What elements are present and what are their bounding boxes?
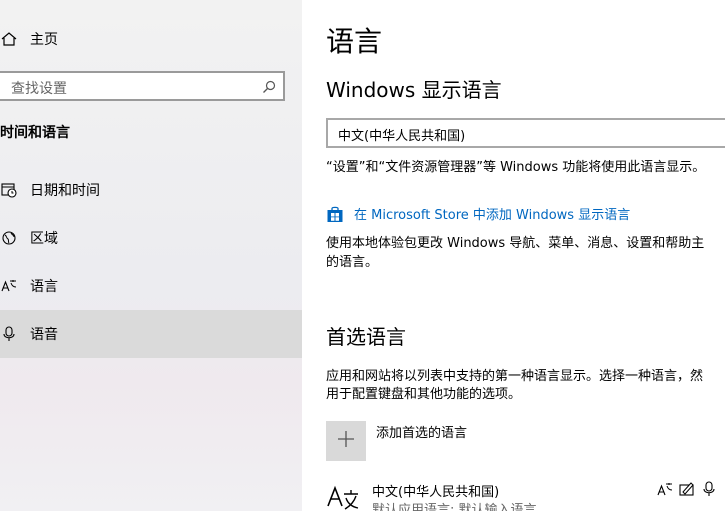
store-icon — [326, 205, 344, 223]
sidebar-item-date-time[interactable]: 日期和时间 — [0, 166, 302, 214]
display-language-feature-icon — [657, 480, 673, 498]
language-item-subtitle: 默认应用语言; 默认输入语言 — [372, 503, 537, 511]
sidebar-item-region[interactable]: 区域 — [0, 214, 302, 262]
language-item-name[interactable]: 中文(中华人民共和国) — [372, 481, 499, 500]
store-description-line-1: 使用本地体验包更改 Windows 导航、菜单、消息、设置和帮助主 — [326, 236, 705, 251]
sidebar-home[interactable]: 主页 — [0, 15, 302, 63]
language-glyph-icon — [326, 480, 360, 511]
speech-feature-icon — [701, 480, 717, 498]
search-icon[interactable] — [262, 79, 276, 93]
sidebar-item-label: 语音 — [30, 327, 58, 343]
display-language-value: 中文(中华人民共和国) — [338, 129, 466, 144]
home-label: 主页 — [30, 32, 58, 48]
home-icon — [0, 30, 18, 48]
handwriting-feature-icon — [679, 480, 695, 498]
globe-icon — [0, 229, 18, 247]
preferred-description-line-2: 用于配置键盘和其他功能的选项。 — [326, 387, 522, 402]
sidebar-item-label: 区域 — [30, 231, 58, 247]
display-language-select[interactable]: 中文(中华人民共和国) — [326, 118, 725, 148]
store-link-label: 在 Microsoft Store 中添加 Windows 显示语言 — [354, 208, 631, 223]
language-icon — [0, 277, 18, 295]
plus-icon — [336, 429, 356, 453]
store-description-line-2: 的语言。 — [326, 255, 379, 270]
section-title: 时间和语言 — [0, 125, 70, 141]
store-link[interactable]: 在 Microsoft Store 中添加 Windows 显示语言 — [326, 204, 630, 223]
clock-calendar-icon — [0, 181, 18, 199]
display-language-description: “设置”和“文件资源管理器”等 Windows 功能将使用此语言显示。 — [326, 160, 706, 175]
page-title: 语言 — [326, 25, 383, 58]
add-language-button[interactable] — [326, 421, 366, 461]
sidebar-item-speech[interactable]: 语音 — [0, 310, 302, 358]
language-feature-icons — [657, 480, 717, 498]
sidebar: 主页 查找设置 时间和语言 日期和时间 区域 语言 语音 — [0, 0, 302, 511]
sidebar-item-label: 语言 — [30, 279, 58, 295]
sidebar-item-label: 日期和时间 — [30, 183, 100, 199]
preferred-description-line-1: 应用和网站将以列表中支持的第一种语言显示。选择一种语言，然 — [326, 369, 704, 384]
search-placeholder: 查找设置 — [11, 81, 67, 97]
sidebar-item-language[interactable]: 语言 — [0, 262, 302, 310]
main-content: 语言 Windows 显示语言 中文(中华人民共和国) “设置”和“文件资源管理… — [302, 0, 725, 511]
microphone-icon — [0, 325, 18, 343]
display-language-heading: Windows 显示语言 — [326, 78, 502, 102]
add-language-label[interactable]: 添加首选的语言 — [376, 422, 467, 441]
search-input[interactable]: 查找设置 — [0, 71, 285, 101]
preferred-language-heading: 首选语言 — [326, 325, 406, 349]
